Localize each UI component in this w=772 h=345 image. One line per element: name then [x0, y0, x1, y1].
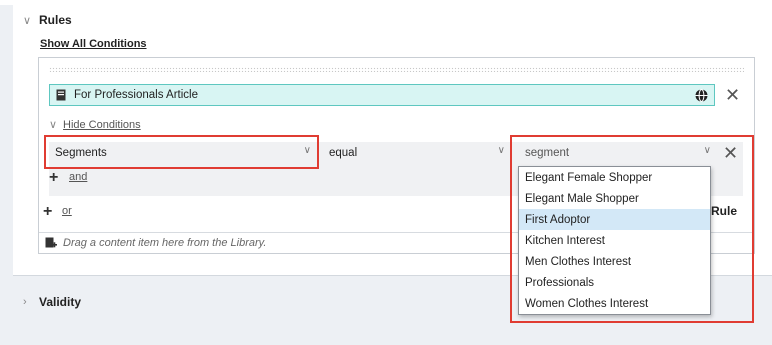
article-icon — [56, 89, 66, 101]
operator-value: equal — [329, 146, 358, 159]
chevron-down-icon: ∨ — [23, 14, 32, 27]
chevron-down-icon: ∨ — [303, 145, 311, 156]
drop-zone-hint: Drag a content item here from the Librar… — [63, 237, 267, 249]
dropdown-option[interactable]: Elegant Male Shopper — [519, 188, 710, 209]
validity-title: Validity — [39, 295, 82, 309]
chevron-down-icon: ∨ — [703, 145, 711, 156]
add-and-condition-link[interactable]: and — [69, 171, 87, 183]
dropdown-option-hovered[interactable]: First Adoptor — [519, 209, 710, 230]
dropdown-option[interactable]: Women Clothes Interest — [519, 293, 710, 314]
rules-title: Rules — [39, 13, 72, 27]
dropdown-option[interactable]: Professionals — [519, 272, 710, 293]
hide-conditions-toggle[interactable]: ∨ Hide Conditions — [49, 118, 141, 132]
show-all-conditions-link[interactable]: Show All Conditions — [40, 38, 147, 50]
segment-value-placeholder: segment — [525, 146, 570, 159]
dropdown-option[interactable]: Kitchen Interest — [519, 230, 710, 251]
drag-handle[interactable] — [49, 67, 744, 72]
content-item-title: For Professionals Article — [74, 89, 198, 101]
plus-icon: + — [49, 169, 59, 186]
plus-icon: + — [43, 203, 53, 220]
hide-conditions-link[interactable]: Hide Conditions — [63, 119, 141, 131]
operator-select[interactable]: equal ∨ — [323, 142, 511, 163]
dropdown-option[interactable]: Men Clothes Interest — [519, 251, 710, 272]
validity-section-header[interactable]: › Validity — [23, 295, 81, 309]
chevron-down-icon: ∨ — [49, 119, 58, 131]
content-item-bar[interactable]: For Professionals Article — [49, 84, 715, 106]
dropdown-option[interactable]: Elegant Female Shopper — [519, 167, 710, 188]
add-content-icon — [45, 237, 57, 248]
chevron-right-icon: › — [23, 296, 27, 308]
segments-field-select[interactable]: Segments ∨ — [49, 142, 317, 163]
segments-field-value: Segments — [55, 146, 107, 159]
remove-content-item-icon[interactable]: ✕ — [725, 86, 740, 104]
segment-dropdown: Elegant Female Shopper Elegant Male Shop… — [518, 166, 711, 315]
globe-icon[interactable] — [695, 89, 708, 102]
remove-condition-icon[interactable]: ✕ — [723, 144, 738, 162]
segment-value-select[interactable]: segment ∨ — [519, 142, 717, 163]
add-or-condition-link[interactable]: or — [62, 205, 72, 217]
chevron-down-icon: ∨ — [497, 145, 505, 156]
rule-label: Rule — [711, 204, 738, 218]
rules-section-header[interactable]: ∨ Rules — [23, 13, 72, 27]
